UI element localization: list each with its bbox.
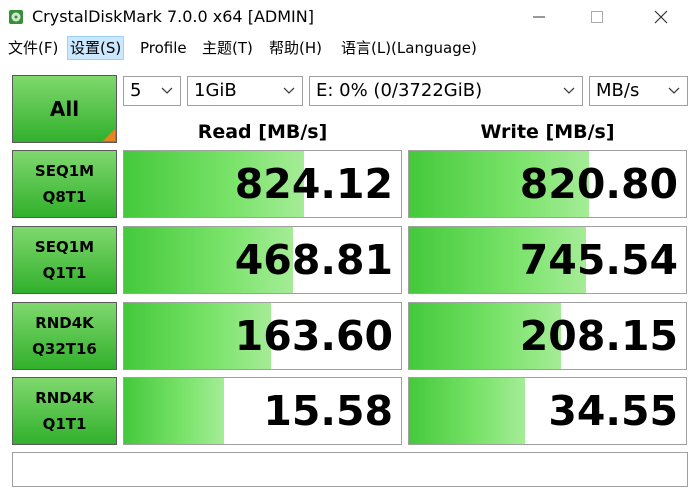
menu-language[interactable]: 语言(L)(Language): [339, 36, 479, 60]
test-line1: SEQ1M: [34, 162, 95, 180]
test-button-rnd4k-q1t1[interactable]: RND4K Q1T1: [12, 377, 117, 445]
read-value: 15.58: [263, 387, 393, 435]
test-count-value: 5: [130, 80, 142, 101]
corner-marker: [103, 129, 115, 141]
title-bar: CrystalDiskMark 7.0.0 x64 [ADMIN]: [0, 0, 700, 34]
write-result-cell: 34.55: [408, 377, 687, 445]
maximize-button[interactable]: [574, 0, 620, 34]
menu-theme[interactable]: 主题(T): [200, 36, 255, 60]
chevron-down-icon: [563, 87, 575, 94]
chevron-down-icon: [668, 87, 680, 94]
drive-select[interactable]: E: 0% (0/3722GiB): [309, 76, 583, 106]
test-line1: RND4K: [35, 314, 94, 332]
read-header: Read [MB/s]: [197, 121, 328, 143]
test-line2: Q8T1: [42, 188, 87, 206]
test-line2: Q1T1: [42, 415, 87, 433]
read-value: 468.81: [234, 236, 393, 284]
menu-help[interactable]: 帮助(H): [267, 36, 324, 60]
test-button-seq1m-q8t1[interactable]: SEQ1M Q8T1: [12, 150, 117, 218]
test-button-rnd4k-q32t16[interactable]: RND4K Q32T16: [12, 302, 117, 370]
unit-value: MB/s: [596, 80, 640, 101]
test-count-select[interactable]: 5: [123, 76, 181, 106]
close-button[interactable]: [638, 0, 684, 34]
read-value: 824.12: [234, 160, 393, 208]
all-button[interactable]: All: [12, 75, 117, 143]
write-header: Write [MB/s]: [480, 121, 615, 143]
maximize-icon: [591, 11, 603, 23]
write-value: 745.54: [519, 236, 678, 284]
read-result-cell: 15.58: [123, 377, 402, 445]
all-button-label: All: [49, 97, 80, 121]
disk-icon: [9, 10, 23, 24]
minimize-icon: [533, 16, 545, 18]
minimize-button[interactable]: [516, 0, 562, 34]
close-icon: [654, 10, 668, 24]
test-line1: SEQ1M: [34, 238, 95, 256]
write-result-cell: 208.15: [408, 302, 687, 370]
comment-input[interactable]: [12, 452, 688, 487]
read-result-cell: 824.12: [123, 150, 402, 218]
menu-profile[interactable]: Profile: [138, 36, 189, 60]
menu-file[interactable]: 文件(F): [6, 36, 60, 60]
menu-bar: 文件(F) 设置(S) Profile 主题(T) 帮助(H) 语言(L)(La…: [0, 34, 700, 62]
unit-select[interactable]: MB/s: [589, 76, 688, 106]
drive-value: E: 0% (0/3722GiB): [316, 80, 483, 101]
write-value: 820.80: [519, 160, 678, 208]
write-fill-bar: [409, 378, 526, 444]
read-value: 163.60: [234, 312, 393, 360]
chevron-down-icon: [161, 87, 173, 94]
test-size-value: 1GiB: [194, 80, 237, 101]
write-value: 34.55: [548, 387, 678, 435]
test-button-seq1m-q1t1[interactable]: SEQ1M Q1T1: [12, 226, 117, 294]
write-result-cell: 745.54: [408, 226, 687, 294]
read-result-cell: 163.60: [123, 302, 402, 370]
write-result-cell: 820.80: [408, 150, 687, 218]
read-result-cell: 468.81: [123, 226, 402, 294]
test-size-select[interactable]: 1GiB: [187, 76, 303, 106]
chevron-down-icon: [283, 87, 295, 94]
test-line1: RND4K: [35, 389, 94, 407]
test-line2: Q1T1: [42, 264, 87, 282]
menu-settings[interactable]: 设置(S): [67, 36, 125, 60]
window-title: CrystalDiskMark 7.0.0 x64 [ADMIN]: [32, 7, 314, 26]
write-value: 208.15: [519, 312, 678, 360]
test-line2: Q32T16: [32, 340, 97, 358]
read-fill-bar: [124, 378, 224, 444]
